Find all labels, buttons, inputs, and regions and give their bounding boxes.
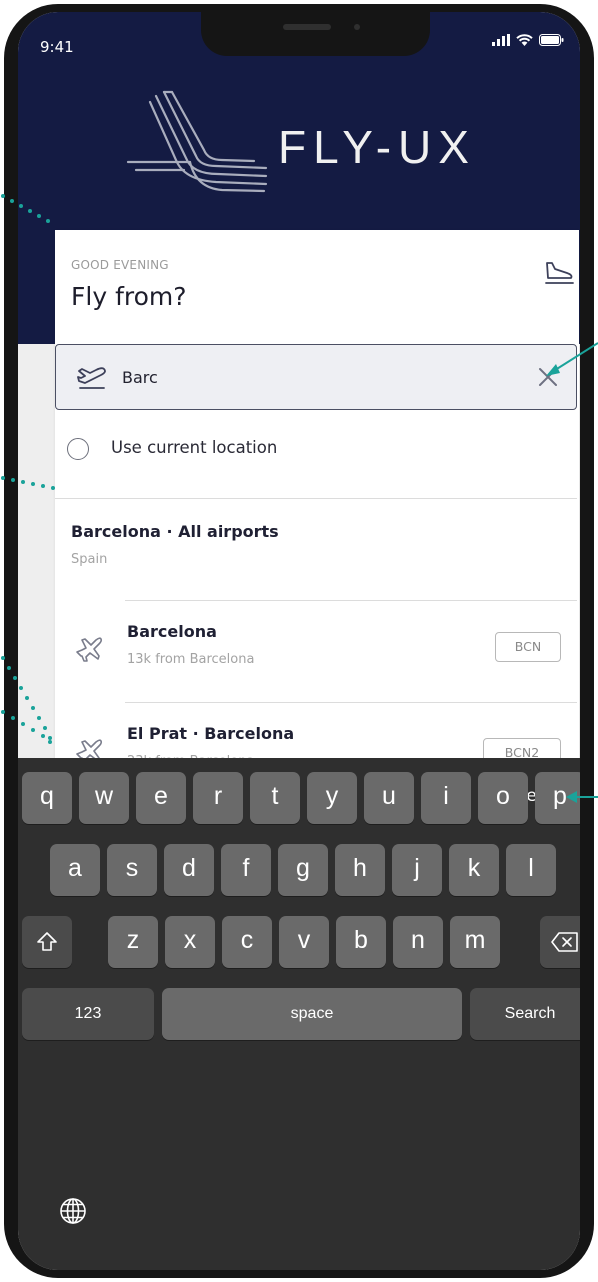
key-b[interactable]: b [336, 916, 386, 968]
key-f[interactable]: f [221, 844, 271, 896]
shift-key[interactable] [22, 916, 72, 968]
numbers-key[interactable]: 123 [22, 988, 154, 1040]
divider [125, 702, 577, 703]
backspace-icon [551, 932, 578, 952]
key-l[interactable]: l [506, 844, 556, 896]
key-o[interactable]: o [478, 772, 528, 824]
key-u[interactable]: u [364, 772, 414, 824]
key-a[interactable]: a [50, 844, 100, 896]
plane-departure-icon [77, 367, 106, 389]
airport-code-badge: BCN [495, 632, 561, 662]
notch-camera [354, 24, 360, 30]
screen: 9:41 FLY-UX GOOD EVENING Fly from? Barc … [18, 12, 580, 1270]
result-all-airports[interactable]: Barcelona · All airports Spain [55, 512, 579, 602]
divider [125, 600, 577, 601]
key-c[interactable]: c [222, 916, 272, 968]
divider [55, 498, 577, 499]
globe-icon[interactable] [58, 1196, 88, 1226]
result-subtitle: Spain [71, 552, 108, 567]
battery-icon [539, 34, 564, 46]
signal-icon [492, 34, 510, 46]
status-time: 9:41 [40, 38, 74, 56]
key-p[interactable]: p [535, 772, 580, 824]
search-key[interactable]: Search [470, 988, 580, 1040]
key-g[interactable]: g [278, 844, 328, 896]
key-v[interactable]: v [279, 916, 329, 968]
key-d[interactable]: d [164, 844, 214, 896]
key-y[interactable]: y [307, 772, 357, 824]
airport-plane-icon [76, 637, 103, 662]
result-name: El Prat · Barcelona [127, 724, 295, 743]
key-h[interactable]: h [335, 844, 385, 896]
plane-landing-icon[interactable] [543, 260, 575, 286]
notch [201, 12, 430, 56]
key-m[interactable]: m [450, 916, 500, 968]
card-title: Fly from? [71, 282, 187, 311]
key-r[interactable]: r [193, 772, 243, 824]
result-subtitle: 13k from Barcelona [127, 652, 255, 667]
key-i[interactable]: i [421, 772, 471, 824]
notch-speaker [283, 24, 331, 30]
location-radio[interactable] [67, 438, 89, 460]
keyboard: Done qwertyuiop asdfghjkl zxcvbnm 123 sp… [18, 758, 580, 1270]
airplane-tail-logo-icon [126, 90, 268, 193]
result-name: Barcelona · All airports [71, 522, 279, 541]
key-x[interactable]: x [165, 916, 215, 968]
status-icons [492, 34, 564, 46]
key-q[interactable]: q [22, 772, 72, 824]
key-e[interactable]: e [136, 772, 186, 824]
key-j[interactable]: j [392, 844, 442, 896]
use-current-location[interactable]: Use current location [55, 432, 579, 472]
airport-search-field[interactable] [55, 344, 577, 410]
key-s[interactable]: s [107, 844, 157, 896]
key-z[interactable]: z [108, 916, 158, 968]
wifi-icon [516, 34, 533, 46]
result-name: Barcelona [127, 622, 217, 641]
logo-wordmark: FLY-UX [278, 121, 476, 173]
space-key[interactable]: space [162, 988, 462, 1040]
key-t[interactable]: t [250, 772, 300, 824]
shift-icon [37, 932, 57, 951]
app-logo: FLY-UX [126, 88, 506, 198]
key-n[interactable]: n [393, 916, 443, 968]
current-location-label: Use current location [111, 438, 278, 457]
clear-icon[interactable] [536, 365, 560, 389]
backspace-key[interactable] [540, 916, 580, 968]
search-input[interactable] [122, 363, 502, 391]
phone-frame: 9:41 FLY-UX GOOD EVENING Fly from? Barc … [4, 4, 594, 1278]
greeting-label: GOOD EVENING [71, 258, 169, 272]
fly-from-card: GOOD EVENING Fly from? Barc Use current … [55, 230, 579, 790]
key-k[interactable]: k [449, 844, 499, 896]
key-w[interactable]: w [79, 772, 129, 824]
result-bcn[interactable]: Barcelona 13k from Barcelona BCN [55, 614, 579, 704]
